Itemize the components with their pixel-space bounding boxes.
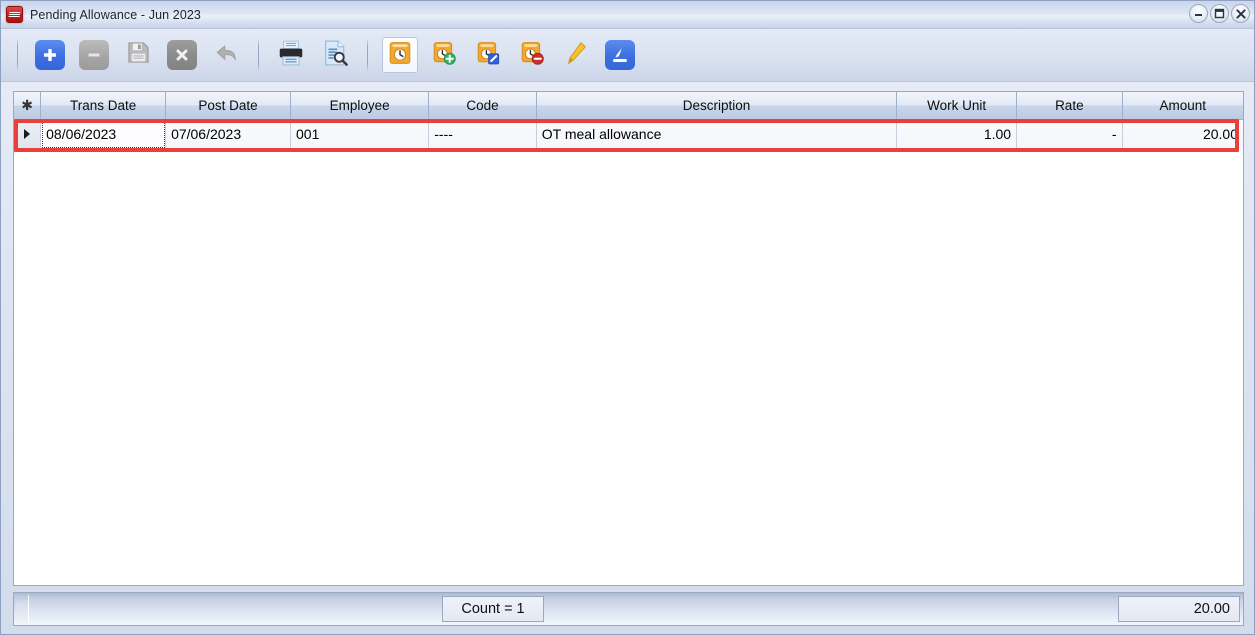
cell-work-unit[interactable]: 1.00 [896,119,1018,149]
cell-description[interactable]: OT meal allowance [536,119,898,149]
row-selector-cell[interactable] [14,119,42,149]
column-header-description[interactable]: Description [536,92,898,120]
edit-allowance-button[interactable] [470,37,506,73]
column-header-trans-date[interactable]: Trans Date [40,92,167,120]
document-magnifier-icon [320,38,350,73]
undo-arrow-icon [212,39,240,72]
add-allowance-button[interactable] [426,37,462,73]
x-icon [167,40,197,70]
plus-icon [35,40,65,70]
print-button[interactable] [273,37,309,73]
column-header-rate[interactable]: Rate [1016,92,1123,120]
allowance-table: ✱ Trans Date Post Date Employee Code Des… [14,92,1243,149]
current-row-caret-icon [24,129,31,140]
export-button[interactable] [602,37,638,73]
highlighter-button[interactable] [558,37,594,73]
close-button[interactable] [1231,4,1250,23]
toolbar-divider [17,38,18,72]
clock-folder-minus-icon [519,40,545,71]
remove-allowance-button[interactable] [514,37,550,73]
toolbar [1,29,1254,82]
column-header-amount[interactable]: Amount [1122,92,1243,120]
cell-code[interactable]: ---- [428,119,537,149]
toolbar-divider [367,38,368,72]
table-header-row: ✱ Trans Date Post Date Employee Code Des… [14,92,1243,120]
cell-post-date[interactable]: 07/06/2023 [165,119,291,149]
export-download-icon [605,40,635,70]
clock-folder-edit-icon [475,40,501,71]
status-bar: Count = 1 20.00 [13,592,1244,626]
window-controls [1189,4,1250,23]
cell-amount[interactable]: 20.00 [1122,119,1243,149]
cell-employee[interactable]: 001 [290,119,430,149]
printer-icon [276,38,306,73]
pending-allowance-button[interactable] [382,37,418,73]
cancel-record-button[interactable] [164,37,200,73]
print-preview-button[interactable] [317,37,353,73]
table-row[interactable]: 08/06/2023 07/06/2023 001 ---- OT meal a… [14,119,1243,149]
minimize-button[interactable] [1189,4,1208,23]
title-bar: Pending Allowance - Jun 2023 [1,1,1254,29]
column-header-employee[interactable]: Employee [290,92,430,120]
window-title: Pending Allowance - Jun 2023 [30,7,201,22]
toolbar-group-allowance [374,37,646,73]
minus-icon [79,40,109,70]
toolbar-divider [258,38,259,72]
column-header-post-date[interactable]: Post Date [165,92,291,120]
clock-folder-icon [387,40,413,71]
record-count-panel: Count = 1 [442,596,544,622]
column-header-code[interactable]: Code [428,92,537,120]
delete-record-button[interactable] [76,37,112,73]
undo-button[interactable] [208,37,244,73]
application-window: Pending Allowance - Jun 2023 ✱ Trans Dat… [0,0,1255,635]
column-header-work-unit[interactable]: Work Unit [896,92,1018,120]
row-indicator-header[interactable]: ✱ [14,92,42,120]
cell-trans-date[interactable]: 08/06/2023 [40,119,167,149]
highlighter-pen-icon [563,40,589,71]
status-bar-grip [16,595,29,623]
floppy-disk-icon [125,39,152,71]
maximize-button[interactable] [1210,4,1229,23]
total-amount-panel: 20.00 [1118,596,1240,622]
add-record-button[interactable] [32,37,68,73]
cell-rate[interactable]: - [1016,119,1123,149]
toolbar-group-record [24,37,252,73]
clock-folder-plus-icon [431,40,457,71]
grid-empty-area[interactable] [14,149,1243,585]
payroll-app-icon [6,6,23,23]
save-record-button[interactable] [120,37,156,73]
toolbar-group-print [265,37,361,73]
allowance-grid[interactable]: ✱ Trans Date Post Date Employee Code Des… [13,91,1244,586]
